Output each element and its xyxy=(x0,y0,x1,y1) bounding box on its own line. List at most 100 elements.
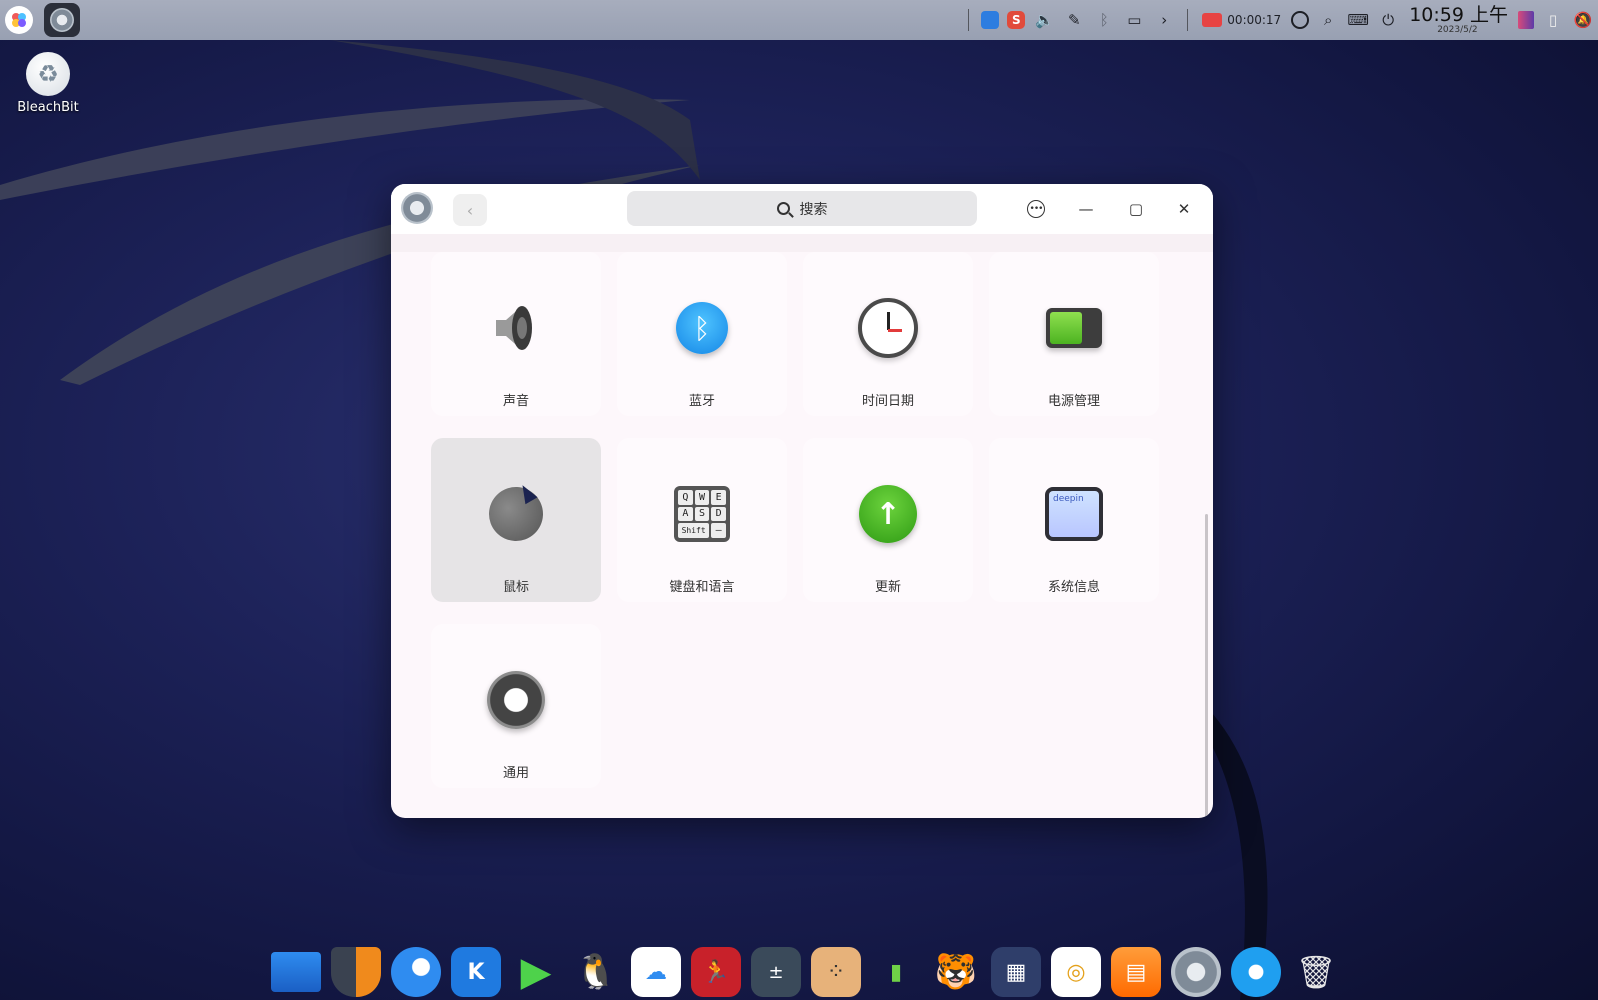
tile-label: 系统信息 xyxy=(1047,580,1100,595)
notification-bell-icon[interactable]: 🔕 xyxy=(1572,9,1594,31)
minimize-button[interactable]: — xyxy=(1071,194,1101,224)
chevron-right-icon[interactable]: › xyxy=(1153,9,1175,31)
draw-app-icon[interactable]: ◎ xyxy=(1051,947,1101,997)
tile-power[interactable]: 电源管理 xyxy=(989,252,1159,416)
control-center-app-icon xyxy=(401,192,433,224)
tile-label: 键盘和语言 xyxy=(669,580,735,595)
pen-icon[interactable]: ✎ xyxy=(1063,9,1085,31)
desktop-icon-label: BleachBit xyxy=(17,100,79,115)
screen-share-icon[interactable] xyxy=(981,11,1000,29)
key-label: Q xyxy=(678,490,693,505)
bluetooth-tray-icon[interactable]: ᛒ xyxy=(1093,9,1115,31)
record-camera-icon xyxy=(1202,13,1223,27)
tile-bluetooth[interactable]: ᛒ 蓝牙 xyxy=(617,252,787,416)
calculator-icon[interactable]: ± xyxy=(751,947,801,997)
system-info-icon: deepin xyxy=(1042,482,1106,546)
search-icon xyxy=(776,202,790,215)
settings-grid-area: 声音 ᛒ 蓝牙 时间日期 电源管理 鼠标 Q W E A S D Shift –… xyxy=(391,234,1213,818)
tray-divider xyxy=(1187,9,1189,31)
content-divider xyxy=(391,234,1213,252)
tile-keyboard[interactable]: Q W E A S D Shift – 键盘和语言 xyxy=(617,438,787,602)
battery-tray-icon[interactable]: ▭ xyxy=(1123,9,1145,31)
control-center-icon[interactable] xyxy=(1171,947,1221,997)
bluetooth-icon: ᛒ xyxy=(670,296,734,360)
computer-icon[interactable] xyxy=(271,952,321,992)
sysinfo-brand: deepin xyxy=(1049,491,1099,537)
chip-app-icon[interactable]: ▮ xyxy=(871,947,921,997)
sports-app-icon[interactable]: 🏃 xyxy=(691,947,741,997)
chevron-left-icon: ‹ xyxy=(466,200,474,220)
bleachbit-icon: ♻ xyxy=(26,52,70,96)
close-button[interactable]: ✕ xyxy=(1169,194,1199,224)
video-player-icon[interactable]: ▶ xyxy=(511,947,561,997)
tile-update[interactable]: ↑ 更新 xyxy=(803,438,973,602)
top-panel: S 🔈 ✎ ᛒ ▭ › 00:00:17 ⌕ ⌨ ⏻ 10:59 上午 2023… xyxy=(0,0,1598,40)
keyboard-icon: Q W E A S D Shift – xyxy=(670,482,734,546)
deepin-icon[interactable] xyxy=(1231,947,1281,997)
keyboard-tray-icon[interactable]: ⌨ xyxy=(1347,9,1369,31)
cloud-drive-icon[interactable]: ☁ xyxy=(631,947,681,997)
key-label: E xyxy=(711,490,726,505)
tile-label: 通用 xyxy=(502,766,529,781)
control-center-taskbar-icon[interactable] xyxy=(44,3,80,37)
key-label: A xyxy=(678,506,693,522)
shop-app-icon[interactable]: ▤ xyxy=(1111,947,1161,997)
menu-button[interactable]: ••• xyxy=(1021,194,1051,224)
tile-label: 更新 xyxy=(874,580,901,595)
tile-label: 蓝牙 xyxy=(688,394,715,409)
battery-icon xyxy=(1042,296,1106,360)
tray-divider xyxy=(968,9,970,31)
key-label: Shift xyxy=(678,523,710,538)
search-placeholder: 搜索 xyxy=(799,201,828,218)
tile-general[interactable]: 通用 xyxy=(431,624,601,788)
browser-icon[interactable] xyxy=(391,947,441,997)
volume-icon[interactable]: 🔈 xyxy=(1033,9,1055,31)
tile-sound[interactable]: 声音 xyxy=(431,252,601,416)
more-icon: ••• xyxy=(1027,200,1045,218)
trash-icon[interactable]: 🗑 xyxy=(1291,947,1341,997)
key-label: – xyxy=(711,523,726,538)
desktop-icon-bleachbit[interactable]: ♻ BleachBit xyxy=(12,52,84,115)
power-icon[interactable]: ⏻ xyxy=(1377,9,1399,31)
theme-icon[interactable] xyxy=(1518,11,1534,29)
clock-icon xyxy=(856,296,920,360)
key-label: S xyxy=(694,506,710,522)
control-center-window: ‹ 搜索 ••• — ▢ ✕ 声音 ᛒ 蓝牙 时间日期 电源管理 鼠标 Q W … xyxy=(391,184,1213,818)
title-bar: ‹ 搜索 ••• — ▢ ✕ xyxy=(391,184,1213,234)
board-game-icon[interactable]: ⁘ xyxy=(811,947,861,997)
clipboard-trash-icon[interactable]: ▯ xyxy=(1542,9,1564,31)
maximize-button[interactable]: ▢ xyxy=(1121,194,1151,224)
minimize-icon: — xyxy=(1078,200,1094,218)
screen-recorder-indicator[interactable]: 00:00:17 xyxy=(1202,13,1281,27)
tile-date-time[interactable]: 时间日期 xyxy=(803,252,973,416)
dock: K ▶ 🐧 ☁ 🏃 ± ⁘ ▮ 🐯 ▦ ◎ ▤ 🗑 xyxy=(266,944,1346,1000)
tile-mouse[interactable]: 鼠标 xyxy=(431,438,601,602)
qq-icon[interactable]: 🐧 xyxy=(571,947,621,997)
back-button[interactable]: ‹ xyxy=(453,194,487,226)
search-icon[interactable]: ⌕ xyxy=(1317,9,1339,31)
key-label: W xyxy=(694,490,710,505)
clock[interactable]: 10:59 上午 2023/5/2 xyxy=(1409,3,1508,35)
tile-system-info[interactable]: deepin 系统信息 xyxy=(989,438,1159,602)
gear-icon xyxy=(484,668,548,732)
key-label: D xyxy=(711,506,726,522)
speaker-icon xyxy=(484,296,548,360)
update-icon: ↑ xyxy=(856,482,920,546)
system-monitor-icon[interactable] xyxy=(1291,11,1310,29)
close-icon: ✕ xyxy=(1177,200,1191,218)
launcher-icon[interactable] xyxy=(5,6,33,34)
mouse-icon xyxy=(481,479,551,549)
system-tray: S 🔈 ✎ ᛒ ▭ › 00:00:17 ⌕ ⌨ ⏻ 10:59 上午 2023… xyxy=(960,0,1598,40)
app-store-icon[interactable]: ▦ xyxy=(991,947,1041,997)
scrollbar[interactable] xyxy=(1205,514,1208,818)
k-app-icon[interactable]: K xyxy=(451,947,501,997)
search-input[interactable]: 搜索 xyxy=(627,191,977,226)
maximize-icon: ▢ xyxy=(1128,200,1144,218)
tile-label: 鼠标 xyxy=(502,580,529,595)
tile-label: 时间日期 xyxy=(861,394,914,409)
clock-time: 10:59 上午 xyxy=(1409,3,1508,26)
input-method-icon[interactable]: S xyxy=(1007,11,1026,29)
tile-label: 声音 xyxy=(502,394,529,409)
security-center-icon[interactable] xyxy=(331,947,381,997)
tiger-app-icon[interactable]: 🐯 xyxy=(931,947,981,997)
